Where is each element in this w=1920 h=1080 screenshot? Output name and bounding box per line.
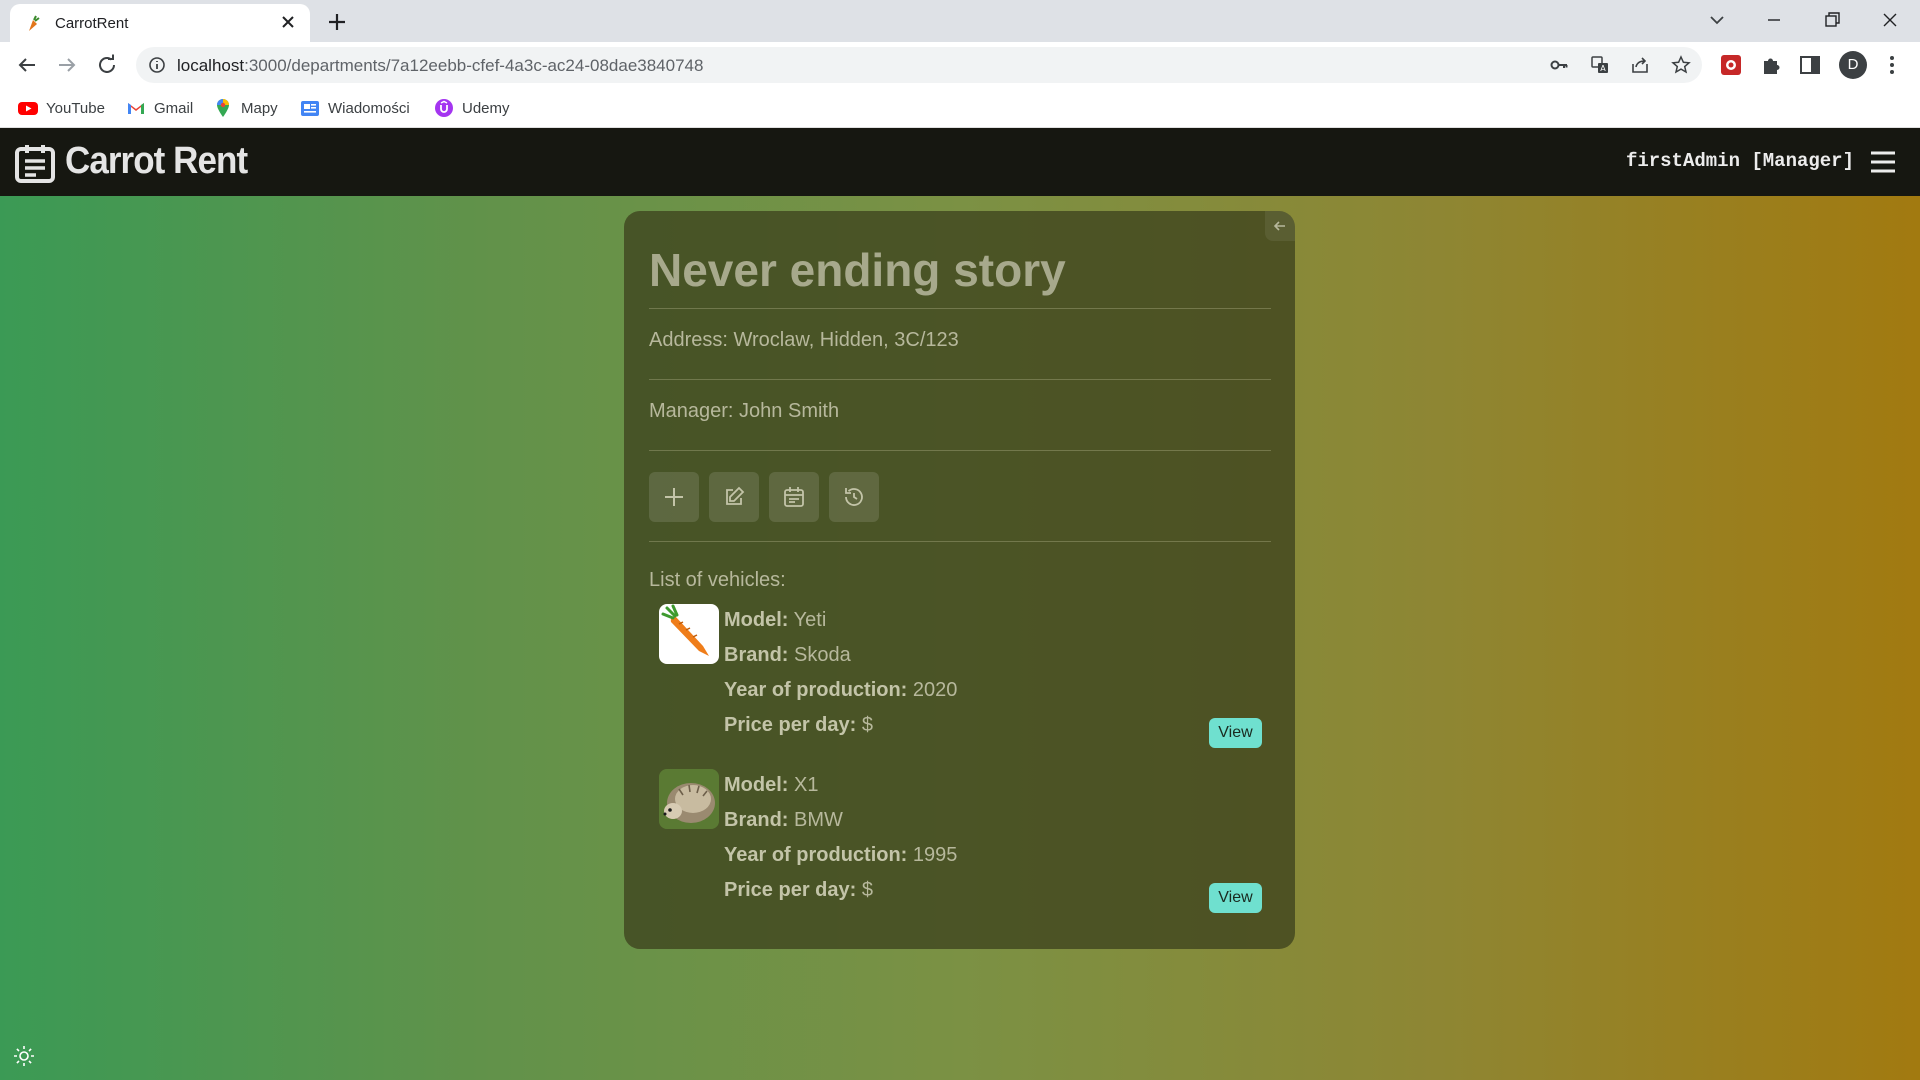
divider <box>649 379 1271 380</box>
department-address: Address: Wroclaw, Hidden, 3C/123 <box>649 329 959 351</box>
key-icon[interactable] <box>1549 55 1569 75</box>
sun-theme-icon[interactable] <box>13 1045 35 1067</box>
vehicle-year: Year of production: 2020 <box>724 679 958 701</box>
url-text[interactable]: localhost:3000/departments/7a12eebb-cfef… <box>177 56 703 76</box>
browser-toolbar: localhost:3000/departments/7a12eebb-cfef… <box>0 42 1920 88</box>
forward-icon[interactable] <box>55 53 79 77</box>
history-button[interactable] <box>829 472 879 522</box>
hedgehog-image-icon <box>659 769 719 829</box>
vehicle-price: Price per day: $ <box>724 714 873 736</box>
department-name: Never ending story <box>649 244 1066 296</box>
divider <box>649 541 1271 542</box>
vehicle-thumbnail <box>659 769 719 829</box>
bookmark-news[interactable]: Wiadomości <box>300 97 410 119</box>
bookmark-label: YouTube <box>46 99 105 117</box>
browser-menu-icon[interactable] <box>1880 53 1904 77</box>
bookmark-label: Gmail <box>154 99 194 117</box>
view-vehicle-button[interactable]: View <box>1209 718 1262 748</box>
arrow-left-icon <box>1273 221 1285 231</box>
bookmarks-bar: YouTube Gmail Mapy Wiadomości Udemy <box>0 88 1920 128</box>
minimize-icon[interactable] <box>1762 8 1786 32</box>
gmail-icon <box>128 103 144 114</box>
vehicle-item: Model: X1 Brand: BMW Year of production:… <box>649 769 1271 919</box>
close-window-icon[interactable] <box>1878 8 1902 32</box>
back-icon[interactable] <box>15 53 39 77</box>
close-tab-icon[interactable] <box>278 12 298 32</box>
vehicle-price: Price per day: $ <box>724 879 873 901</box>
tab-title: CarrotRent <box>55 15 129 32</box>
history-icon <box>845 488 863 506</box>
vehicle-thumbnail <box>659 604 719 664</box>
view-vehicle-button[interactable]: View <box>1209 883 1262 913</box>
bookmark-label: Udemy <box>462 99 510 117</box>
browser-tab-strip: CarrotRent <box>0 0 1920 42</box>
collapse-button[interactable] <box>1265 211 1295 241</box>
news-icon <box>301 101 319 116</box>
extension-red-icon[interactable] <box>1719 53 1743 77</box>
bookmark-udemy[interactable]: Udemy <box>434 97 510 119</box>
vehicle-year: Year of production: 1995 <box>724 844 958 866</box>
address-bar[interactable]: localhost:3000/departments/7a12eebb-cfef… <box>136 47 1702 83</box>
profile-avatar[interactable]: D <box>1839 51 1867 79</box>
vehicle-brand: Brand: Skoda <box>724 644 851 666</box>
extensions-puzzle-icon[interactable] <box>1759 53 1783 77</box>
vehicle-list-title: List of vehicles: <box>649 569 786 591</box>
share-icon[interactable] <box>1630 55 1650 75</box>
bookmark-star-icon[interactable] <box>1671 55 1691 75</box>
svg-text:A: A <box>1600 64 1606 73</box>
udemy-icon <box>435 99 453 117</box>
calendar-icon <box>784 487 804 507</box>
tab-search-icon[interactable] <box>1705 8 1729 32</box>
plus-icon <box>665 488 683 506</box>
youtube-icon <box>18 102 38 115</box>
calendar-button[interactable] <box>769 472 819 522</box>
carrot-favicon-icon <box>29 15 40 31</box>
vehicle-model: Model: Yeti <box>724 609 827 631</box>
bookmark-maps[interactable]: Mapy <box>213 97 278 119</box>
restore-icon[interactable] <box>1820 8 1844 32</box>
app-navbar: Carrot Rent firstAdmin [Manager] <box>0 128 1920 196</box>
bookmark-gmail[interactable]: Gmail <box>126 97 193 119</box>
calendar-list-icon[interactable] <box>14 142 56 184</box>
site-info-icon[interactable] <box>148 56 166 74</box>
app-brand[interactable]: Carrot Rent <box>65 140 248 183</box>
department-card: Never ending story Address: Wroclaw, Hid… <box>624 211 1295 949</box>
side-panel-icon[interactable] <box>1798 53 1822 77</box>
maps-icon <box>217 99 229 117</box>
hamburger-menu-icon[interactable] <box>1868 148 1898 176</box>
bookmark-label: Mapy <box>241 99 278 117</box>
divider <box>649 308 1271 309</box>
bookmark-label: Wiadomości <box>328 99 410 117</box>
department-manager: Manager: John Smith <box>649 400 840 422</box>
vehicle-item: Model: Yeti Brand: Skoda Year of product… <box>649 604 1271 754</box>
vehicle-brand: Brand: BMW <box>724 809 843 831</box>
app-body: Carrot Rent firstAdmin [Manager] Never e… <box>0 128 1920 1080</box>
browser-tab[interactable]: CarrotRent <box>10 4 310 42</box>
carrot-image-icon <box>661 604 709 656</box>
divider <box>649 450 1271 451</box>
reload-icon[interactable] <box>95 53 119 77</box>
current-user-label: firstAdmin [Manager] <box>1625 150 1854 172</box>
bookmark-youtube[interactable]: YouTube <box>18 97 105 119</box>
new-tab-icon[interactable] <box>325 10 349 34</box>
translate-icon[interactable]: A <box>1590 55 1610 75</box>
edit-department-button[interactable] <box>709 472 759 522</box>
vehicle-model: Model: X1 <box>724 774 819 796</box>
add-vehicle-button[interactable] <box>649 472 699 522</box>
edit-icon <box>726 486 745 505</box>
